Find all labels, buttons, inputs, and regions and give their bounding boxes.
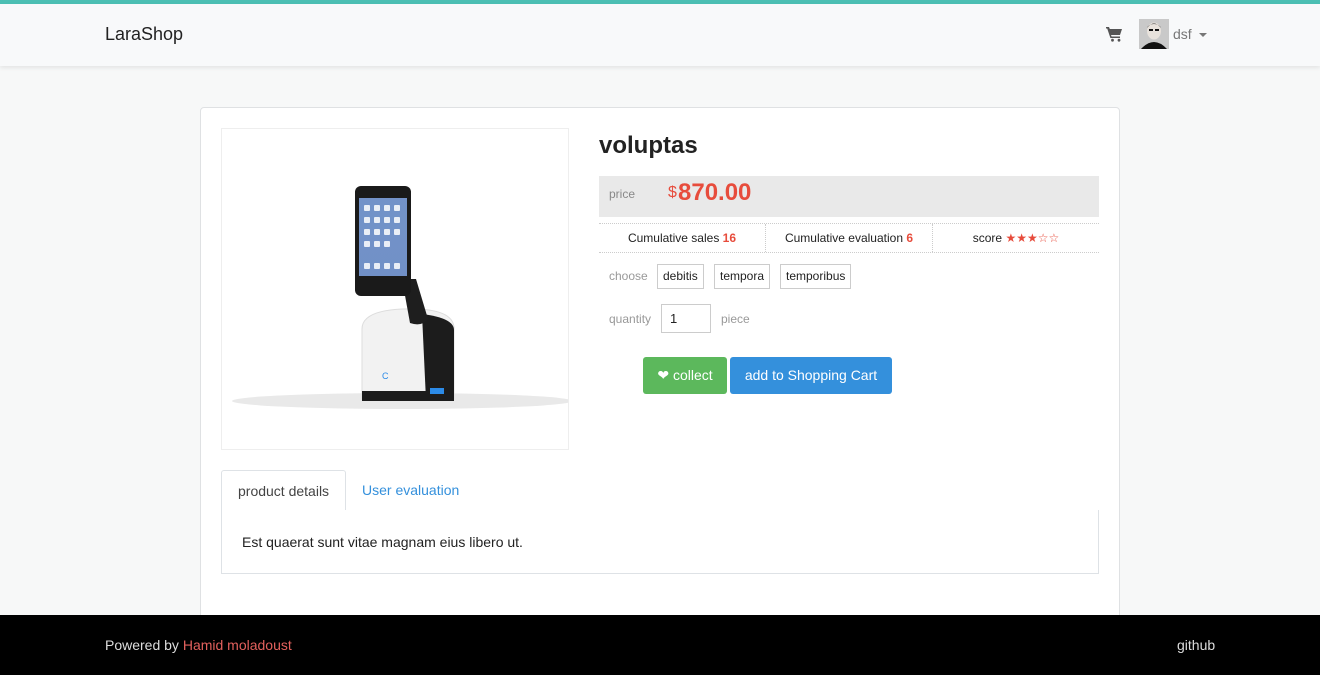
score-label: score (972, 231, 1003, 245)
price-value: 870.00 (678, 179, 752, 206)
powered-by-label: Powered by (105, 637, 183, 653)
product-image: C (221, 128, 569, 450)
svg-text:C: C (382, 371, 389, 381)
product-description: Est quaerat sunt vitae magnam eius liber… (242, 534, 523, 550)
product-card: C voluptas price $ 870.00 Cumulative sal… (200, 107, 1120, 627)
stat-sales: Cumulative sales 16 (599, 224, 765, 252)
stat-score: score ★★★☆☆ (932, 224, 1099, 252)
price-box: price $ 870.00 (599, 176, 1099, 217)
sku-option[interactable]: tempora (714, 264, 771, 289)
stat-evaluation: Cumulative evaluation 6 (765, 224, 932, 252)
add-to-cart-button[interactable]: add to Shopping Cart (730, 357, 892, 394)
sku-option[interactable]: temporibus (780, 264, 852, 289)
currency-symbol: $ (668, 184, 677, 201)
product-stats: Cumulative sales 16 Cumulative evaluatio… (599, 223, 1099, 253)
product-tabs: product details User evaluation (221, 470, 1099, 511)
sku-option[interactable]: debitis (657, 264, 704, 289)
piece-label: piece (721, 312, 750, 326)
collect-button[interactable]: ❤ collect (643, 357, 727, 394)
evaluation-label: Cumulative evaluation (784, 231, 904, 245)
footer: Powered by Hamid moladoust github (0, 615, 1320, 675)
github-link[interactable]: github (1177, 637, 1215, 653)
tab-user-evaluation[interactable]: User evaluation (346, 470, 475, 511)
tab-product-details[interactable]: product details (221, 470, 347, 511)
user-avatar[interactable] (1139, 19, 1169, 49)
star-rating-icon: ★★★☆☆ (1005, 231, 1060, 245)
navbar: LaraShop dsf (0, 4, 1320, 66)
evaluation-count: 6 (906, 231, 914, 245)
author-link[interactable]: Hamid moladoust (183, 637, 292, 653)
product-title: voluptas (599, 132, 698, 159)
chevron-down-icon[interactable] (1199, 33, 1207, 37)
brand-logo[interactable]: LaraShop (105, 24, 183, 45)
user-name[interactable]: dsf (1173, 26, 1192, 42)
choose-label: choose (609, 269, 648, 283)
price-label: price (609, 187, 636, 201)
tab-content: Est quaerat sunt vitae magnam eius liber… (221, 510, 1099, 574)
powered-by: Powered by Hamid moladoust (105, 637, 292, 653)
quantity-input[interactable]: 1 (661, 304, 711, 333)
quantity-label: quantity (609, 312, 652, 326)
sales-label: Cumulative sales (627, 231, 720, 245)
shopping-cart-icon[interactable] (1105, 26, 1123, 42)
sales-count: 16 (722, 231, 737, 245)
